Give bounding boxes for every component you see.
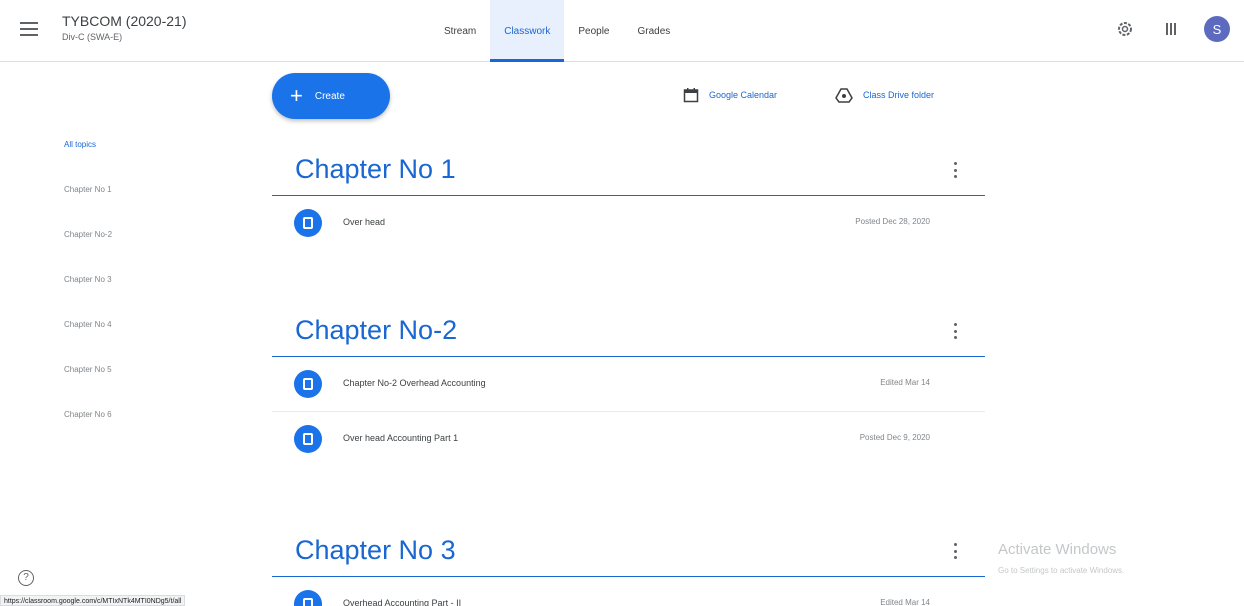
- tab-stream[interactable]: Stream: [430, 0, 490, 62]
- item-date: Posted Dec 28, 2020: [855, 217, 930, 226]
- topic-item[interactable]: Chapter No 6: [64, 410, 112, 455]
- tab-grades[interactable]: Grades: [624, 0, 685, 62]
- topic-item[interactable]: Chapter No 3: [64, 275, 112, 320]
- topic-item[interactable]: Chapter No 4: [64, 320, 112, 365]
- topic-header: Chapter No 1: [272, 146, 985, 196]
- settings-icon[interactable]: [1112, 16, 1138, 42]
- material-icon: [294, 370, 322, 398]
- class-tabs: Stream Classwork People Grades: [430, 0, 684, 62]
- item-title: Chapter No-2 Overhead Accounting: [343, 378, 486, 388]
- google-calendar-link[interactable]: Google Calendar: [683, 82, 777, 108]
- item-date: Edited Mar 14: [880, 378, 930, 387]
- topic-all[interactable]: All topics: [64, 140, 112, 185]
- class-drive-folder-link[interactable]: Class Drive folder: [835, 82, 934, 108]
- more-vert-icon[interactable]: [949, 160, 961, 180]
- help-icon[interactable]: ?: [18, 570, 34, 586]
- apps-icon[interactable]: [1158, 16, 1184, 42]
- classwork-item[interactable]: Chapter No-2 Overhead Accounting Edited …: [272, 357, 985, 412]
- item-title: Overhead Accounting Part - II: [343, 598, 462, 606]
- classwork-item[interactable]: Over head Accounting Part 1 Posted Dec 9…: [272, 412, 985, 467]
- create-button[interactable]: + Create: [272, 73, 390, 119]
- calendar-icon: [683, 88, 699, 103]
- topic-header: Chapter No 3: [272, 527, 985, 577]
- topic-item[interactable]: Chapter No 1: [64, 185, 112, 230]
- topic-header: Chapter No-2: [272, 307, 985, 357]
- topic-item[interactable]: Chapter No 5: [64, 365, 112, 410]
- topic-title[interactable]: Chapter No 1: [295, 154, 456, 185]
- browser-status-url: https://classroom.google.com/c/MTIxNTk4M…: [0, 595, 186, 606]
- topic-item[interactable]: Chapter No-2: [64, 230, 112, 275]
- topic-section: Chapter No 3 Overhead Accounting Part - …: [272, 527, 985, 606]
- topic-title[interactable]: Chapter No-2: [295, 315, 457, 346]
- classroom-page: TYBCOM (2020-21) Div-C (SWA-E) Stream Cl…: [0, 0, 1244, 606]
- top-app-bar: TYBCOM (2020-21) Div-C (SWA-E) Stream Cl…: [0, 0, 1244, 62]
- windows-activation-watermark: Activate Windows: [998, 541, 1117, 558]
- tab-people[interactable]: People: [564, 0, 623, 62]
- main-menu-icon[interactable]: [20, 22, 38, 36]
- topics-sidebar: All topics Chapter No 1 Chapter No-2 Cha…: [64, 140, 112, 455]
- item-title: Over head: [343, 217, 386, 227]
- material-icon: [294, 590, 322, 606]
- item-date: Edited Mar 14: [880, 598, 930, 606]
- item-date: Posted Dec 9, 2020: [859, 433, 930, 442]
- tab-classwork[interactable]: Classwork: [490, 0, 565, 62]
- classwork-item[interactable]: Over head Posted Dec 28, 2020: [272, 196, 985, 251]
- material-icon: [294, 209, 322, 237]
- account-avatar[interactable]: S: [1204, 16, 1230, 42]
- class-drive-folder-label: Class Drive folder: [863, 90, 935, 100]
- material-icon: [294, 425, 322, 453]
- windows-activation-hint: Go to Settings to activate Windows.: [998, 566, 1125, 575]
- class-subtitle: Div-C (SWA-E): [62, 32, 123, 42]
- drive-icon: [835, 88, 853, 103]
- more-vert-icon[interactable]: [949, 541, 961, 561]
- google-calendar-label: Google Calendar: [709, 90, 778, 100]
- class-title[interactable]: TYBCOM (2020-21): [62, 13, 186, 29]
- plus-icon: +: [290, 83, 303, 108]
- create-button-label: Create: [314, 90, 345, 102]
- topic-title[interactable]: Chapter No 3: [295, 535, 456, 566]
- topic-section: Chapter No 1 Over head Posted Dec 28, 20…: [272, 146, 985, 251]
- more-vert-icon[interactable]: [949, 321, 961, 341]
- classwork-item[interactable]: Overhead Accounting Part - II Edited Mar…: [272, 577, 985, 606]
- header-actions: S: [1112, 16, 1230, 42]
- item-title: Over head Accounting Part 1: [343, 433, 459, 443]
- topic-section: Chapter No-2 Chapter No-2 Overhead Accou…: [272, 307, 985, 467]
